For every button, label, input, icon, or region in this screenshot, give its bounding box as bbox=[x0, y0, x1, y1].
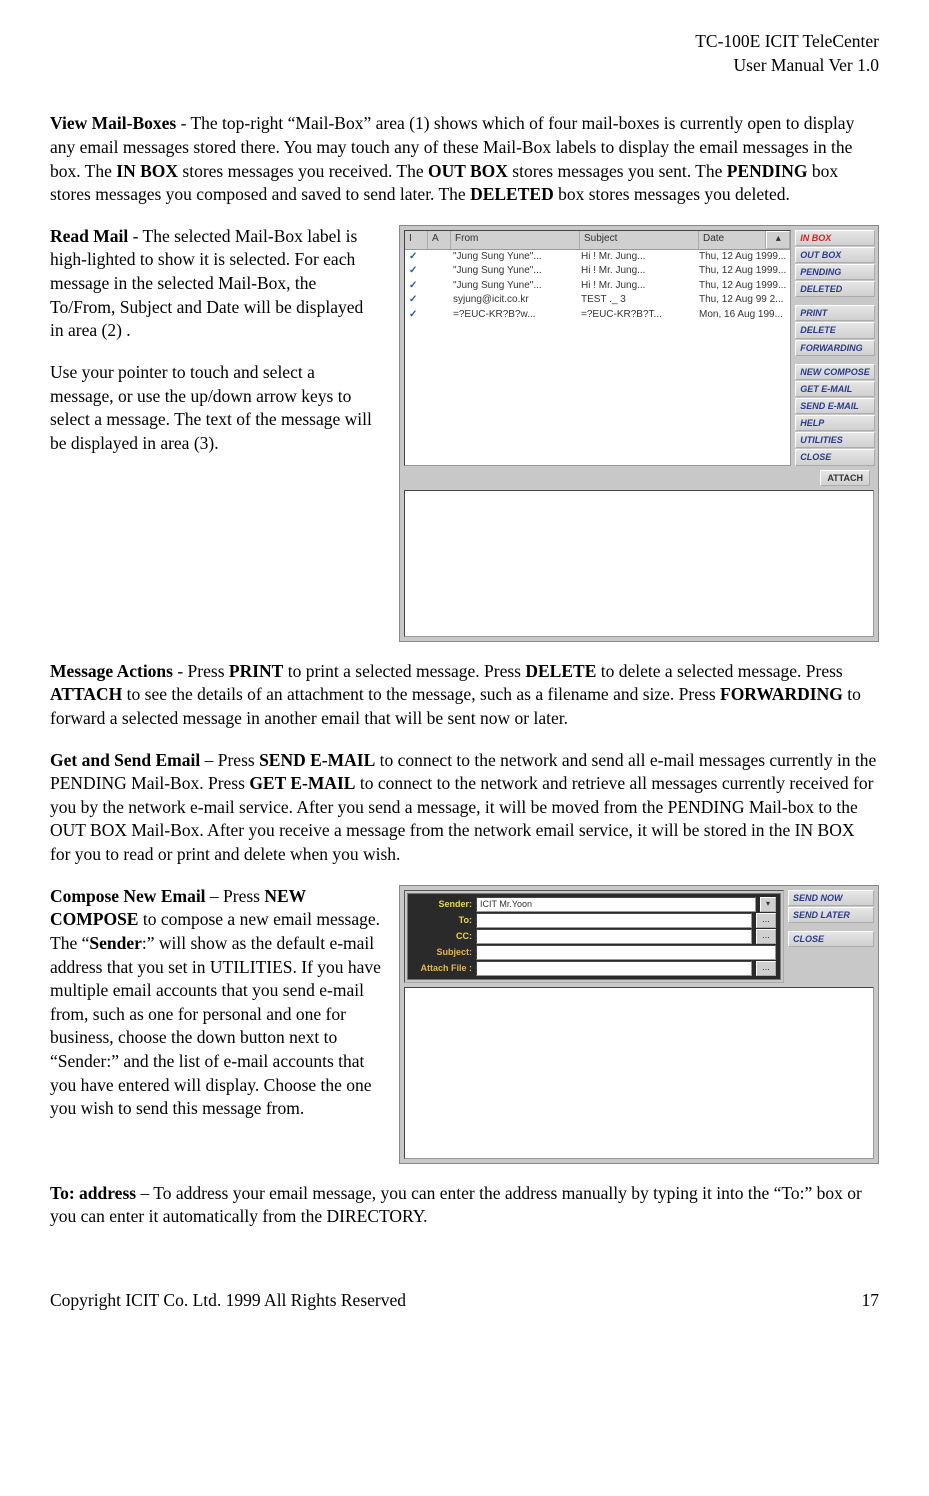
col-i[interactable]: I bbox=[405, 231, 428, 249]
btn-forwarding[interactable]: FORWARDING bbox=[795, 340, 875, 356]
check-icon: ✓ bbox=[405, 308, 427, 322]
btn-out-box[interactable]: OUT BOX bbox=[795, 247, 875, 263]
btn-send-now[interactable]: SEND NOW bbox=[788, 890, 874, 906]
compose-sidebar: SEND NOW SEND LATER CLOSE bbox=[788, 890, 874, 983]
input-to[interactable] bbox=[476, 913, 752, 928]
para-message-actions: Message Actions - Press PRINT to print a… bbox=[50, 660, 879, 731]
cell-subject: Hi ! Mr. Jung... bbox=[577, 250, 695, 264]
check-icon: ✓ bbox=[405, 250, 427, 264]
mail-list-row[interactable]: ✓ =?EUC-KR?B?w...=?EUC-KR?B?T...Mon, 16 A… bbox=[405, 308, 790, 323]
cell-date: Mon, 16 Aug 199... bbox=[695, 308, 790, 322]
mail-list-row[interactable]: ✓ syjung@icit.co.krTEST ._ 3Thu, 12 Aug 9… bbox=[405, 293, 790, 308]
input-sender[interactable]: ICIT Mr.Yoon bbox=[476, 897, 756, 912]
col-subject[interactable]: Subject bbox=[580, 231, 699, 249]
to-browse-button[interactable]: ... bbox=[756, 913, 776, 928]
btn-deleted[interactable]: DELETED bbox=[795, 281, 875, 297]
screenshot-mail-viewer: I A From Subject Date ▴ ✓ "Jung Sung Yune… bbox=[399, 225, 879, 642]
input-cc[interactable] bbox=[476, 929, 752, 944]
cell-from: "Jung Sung Yune"... bbox=[449, 279, 577, 293]
cell-subject: TEST ._ 3 bbox=[577, 293, 695, 307]
mail-list-row[interactable]: ✓ "Jung Sung Yune"...Hi ! Mr. Jung...Thu,… bbox=[405, 279, 790, 294]
check-icon: ✓ bbox=[405, 293, 427, 307]
compose-body-area[interactable] bbox=[404, 987, 874, 1159]
label-cc: CC: bbox=[412, 930, 472, 942]
cell-subject: Hi ! Mr. Jung... bbox=[577, 279, 695, 293]
col-a[interactable]: A bbox=[428, 231, 451, 249]
btn-help[interactable]: HELP bbox=[795, 415, 875, 431]
cell-date: Thu, 12 Aug 1999... bbox=[695, 250, 790, 264]
mail-list: I A From Subject Date ▴ ✓ "Jung Sung Yune… bbox=[404, 230, 791, 466]
lead: View Mail-Boxes bbox=[50, 113, 181, 133]
btn-send-email[interactable]: SEND E-MAIL bbox=[795, 398, 875, 414]
para-compose-new-email: Compose New Email – Press NEW COMPOSE to… bbox=[50, 885, 381, 1121]
label-subject: Subject: bbox=[412, 946, 472, 958]
mail-sidebar: IN BOX OUT BOX PENDING DELETED PRINT DEL… bbox=[795, 230, 875, 466]
para-read-mail: Read Mail - The selected Mail-Box label … bbox=[50, 225, 381, 343]
btn-delete[interactable]: DELETE bbox=[795, 322, 875, 338]
sender-dropdown-icon[interactable]: ▾ bbox=[760, 897, 776, 912]
screenshot-compose: Sender: ICIT Mr.Yoon ▾ To: ... CC: ... bbox=[399, 885, 879, 1164]
btn-close[interactable]: CLOSE bbox=[795, 449, 875, 465]
cell-date: Thu, 12 Aug 99 2... bbox=[695, 293, 790, 307]
check-icon: ✓ bbox=[405, 264, 427, 278]
mail-list-row[interactable]: ✓ "Jung Sung Yune"...Hi ! Mr. Jung...Thu,… bbox=[405, 264, 790, 279]
para-view-mailboxes: View Mail-Boxes - The top-right “Mail-Bo… bbox=[50, 112, 879, 207]
page-header: TC-100E ICIT TeleCenter User Manual Ver … bbox=[50, 30, 879, 77]
input-subject[interactable] bbox=[476, 945, 776, 960]
cell-subject: Hi ! Mr. Jung... bbox=[577, 264, 695, 278]
para-to-address: To: address – To address your email mess… bbox=[50, 1182, 879, 1229]
scroll-up-icon[interactable]: ▴ bbox=[766, 231, 790, 249]
mail-body-area[interactable] bbox=[404, 490, 874, 637]
label-attach: Attach File : bbox=[412, 962, 472, 974]
col-date[interactable]: Date bbox=[699, 231, 766, 249]
btn-compose-close[interactable]: CLOSE bbox=[788, 931, 874, 947]
btn-in-box[interactable]: IN BOX bbox=[795, 230, 875, 246]
cell-from: syjung@icit.co.kr bbox=[449, 293, 577, 307]
cell-from: =?EUC-KR?B?w... bbox=[449, 308, 577, 322]
header-line1: TC-100E ICIT TeleCenter bbox=[50, 30, 879, 54]
btn-send-later[interactable]: SEND LATER bbox=[788, 907, 874, 923]
cell-date: Thu, 12 Aug 1999... bbox=[695, 264, 790, 278]
cc-browse-button[interactable]: ... bbox=[756, 929, 776, 944]
footer-page-number: 17 bbox=[862, 1289, 880, 1313]
compose-form: Sender: ICIT Mr.Yoon ▾ To: ... CC: ... bbox=[404, 890, 784, 983]
footer-copyright: Copyright ICIT Co. Ltd. 1999 All Rights … bbox=[50, 1289, 406, 1313]
mail-list-row[interactable]: ✓ "Jung Sung Yune"...Hi ! Mr. Jung...Thu,… bbox=[405, 250, 790, 265]
btn-print[interactable]: PRINT bbox=[795, 305, 875, 321]
mail-list-header: I A From Subject Date ▴ bbox=[405, 231, 790, 250]
header-line2: User Manual Ver 1.0 bbox=[50, 54, 879, 78]
cell-date: Thu, 12 Aug 1999... bbox=[695, 279, 790, 293]
para-read-mail-2: Use your pointer to touch and select a m… bbox=[50, 361, 381, 456]
btn-pending[interactable]: PENDING bbox=[795, 264, 875, 280]
cell-subject: =?EUC-KR?B?T... bbox=[577, 308, 695, 322]
col-from[interactable]: From bbox=[451, 231, 580, 249]
input-attach[interactable] bbox=[476, 961, 752, 976]
para-get-send-email: Get and Send Email – Press SEND E-MAIL t… bbox=[50, 749, 879, 867]
btn-utilities[interactable]: UTILITIES bbox=[795, 432, 875, 448]
cell-from: "Jung Sung Yune"... bbox=[449, 264, 577, 278]
cell-from: "Jung Sung Yune"... bbox=[449, 250, 577, 264]
label-sender: Sender: bbox=[412, 898, 472, 910]
page-footer: Copyright ICIT Co. Ltd. 1999 All Rights … bbox=[50, 1289, 879, 1313]
btn-new-compose[interactable]: NEW COMPOSE bbox=[795, 364, 875, 380]
btn-attach[interactable]: ATTACH bbox=[820, 470, 870, 486]
label-to: To: bbox=[412, 914, 472, 926]
check-icon: ✓ bbox=[405, 279, 427, 293]
btn-get-email[interactable]: GET E-MAIL bbox=[795, 381, 875, 397]
attach-browse-button[interactable]: ... bbox=[756, 961, 776, 976]
